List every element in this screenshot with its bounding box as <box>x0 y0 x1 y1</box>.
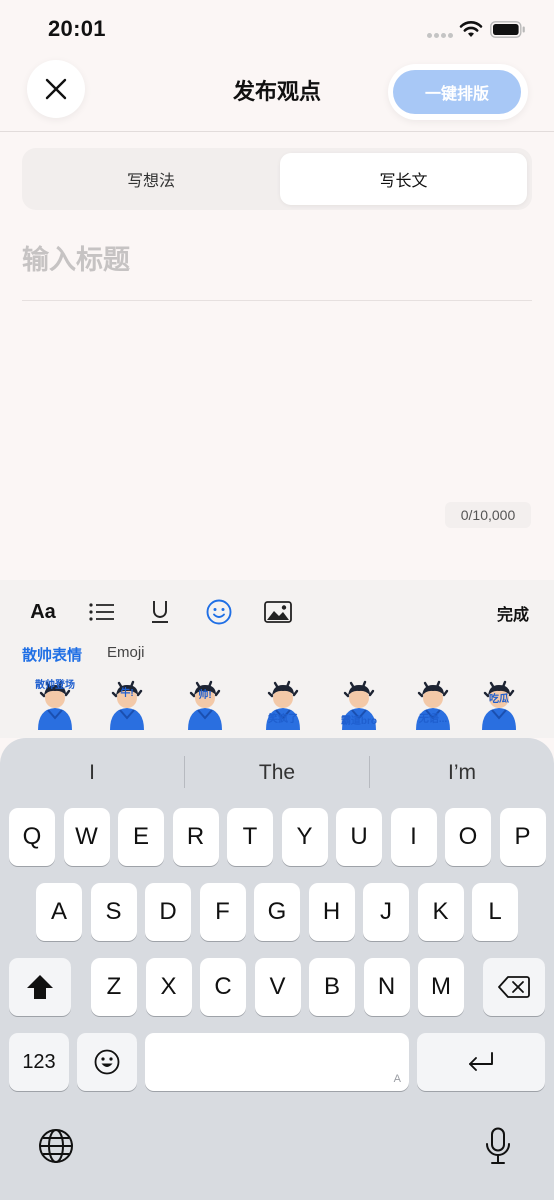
emoji-icon <box>206 599 232 625</box>
key-o[interactable]: O <box>445 808 491 866</box>
key-g[interactable]: G <box>254 883 300 941</box>
return-icon <box>469 1052 493 1071</box>
sticker-2[interactable]: 牛! <box>98 676 156 730</box>
key-r[interactable]: R <box>172 808 219 866</box>
sticker-5[interactable]: 霸道bro <box>330 676 388 730</box>
post-type-tabs: 写想法 写长文 <box>22 148 532 210</box>
suggestion-3[interactable]: I’m <box>370 758 554 788</box>
screen: 20:01 发布观点 一键排版 写想法 写长文 0 <box>0 0 554 1200</box>
emoji-button[interactable] <box>205 596 233 628</box>
sticker-caption: 无语... <box>418 714 448 725</box>
status-bar: 20:01 <box>0 0 554 60</box>
one-click-format-button[interactable]: 一键排版 <box>393 70 521 114</box>
key-j[interactable]: J <box>363 883 409 941</box>
wifi-icon <box>459 21 483 37</box>
shift-icon <box>27 975 53 999</box>
key-d[interactable]: D <box>145 883 191 941</box>
microphone-icon <box>486 1127 510 1164</box>
emoji-keyboard-key[interactable] <box>77 1033 137 1091</box>
tab-write-thought[interactable]: 写想法 <box>27 153 275 205</box>
editor-toolbar: Aa 完成 散帅表情 Emoji 散帅登场 牛! 帅! 笑疯了 霸道bro 无语… <box>0 580 554 738</box>
sticker-tab-emoji[interactable]: Emoji <box>107 644 145 661</box>
key-c[interactable]: C <box>200 958 246 1016</box>
list-button[interactable] <box>88 596 116 628</box>
sticker-tab-custom[interactable]: 散帅表情 <box>22 644 82 665</box>
sticker-3[interactable]: 帅! <box>176 676 234 730</box>
key-h[interactable]: H <box>308 883 355 941</box>
return-key[interactable] <box>417 1033 545 1091</box>
sticker-row: 散帅登场牛! 帅! 笑疯了 霸道bro 无语... 吃瓜 <box>0 676 554 732</box>
status-time: 20:01 <box>48 16 106 41</box>
key-u[interactable]: U <box>336 808 382 866</box>
tab-write-article[interactable]: 写长文 <box>280 153 527 205</box>
emoji-keyboard-icon <box>94 1049 120 1075</box>
key-l[interactable]: L <box>472 883 518 941</box>
sticker-caption: 帅! <box>198 690 212 701</box>
dictation-button[interactable] <box>478 1124 518 1168</box>
signal-dots-icon <box>427 33 453 39</box>
sticker-6[interactable]: 无语... <box>404 676 462 730</box>
font-format-button[interactable]: Aa <box>28 596 58 628</box>
key-z[interactable]: Z <box>91 958 137 1016</box>
list-icon <box>89 603 114 621</box>
key-t[interactable]: T <box>227 808 273 866</box>
done-button[interactable]: 完成 <box>497 601 529 625</box>
key-x[interactable]: X <box>145 958 192 1016</box>
space-key-hint: A <box>393 1073 401 1085</box>
title-input[interactable] <box>22 236 532 284</box>
header: 发布观点 一键排版 <box>0 60 554 132</box>
key-m[interactable]: M <box>418 958 464 1016</box>
key-i[interactable]: I <box>390 808 437 866</box>
image-button[interactable] <box>263 596 293 628</box>
keyboard: I The I’m 123 A Q W E R T Y U I O P A S … <box>0 738 554 1200</box>
sticker-7[interactable]: 吃瓜 <box>470 676 528 730</box>
globe-button[interactable] <box>36 1126 76 1166</box>
key-k[interactable]: K <box>417 883 464 941</box>
sticker-caption: 牛! <box>120 688 134 699</box>
image-icon <box>264 601 292 623</box>
suggestion-2[interactable]: The <box>185 758 369 788</box>
title-divider <box>22 300 532 301</box>
sticker-caption: 吃瓜 <box>489 694 509 705</box>
key-y[interactable]: Y <box>281 808 328 866</box>
key-q[interactable]: Q <box>9 808 55 866</box>
shift-key[interactable] <box>9 958 71 1016</box>
delete-icon <box>498 976 530 998</box>
sticker-caption: 笑疯了 <box>268 714 298 725</box>
key-w[interactable]: W <box>63 808 110 866</box>
suggestion-1[interactable]: I <box>0 758 184 788</box>
numbers-key[interactable]: 123 <box>9 1033 69 1091</box>
delete-key[interactable] <box>483 958 545 1016</box>
sticker-caption: 散帅登场 <box>35 680 75 691</box>
key-n[interactable]: N <box>363 958 410 1016</box>
battery-icon <box>490 21 525 38</box>
key-e[interactable]: E <box>118 808 164 866</box>
sticker-4[interactable]: 笑疯了 <box>254 676 312 730</box>
key-a[interactable]: A <box>36 883 82 941</box>
word-count: 0/10,000 <box>445 502 531 528</box>
sticker-character-icon <box>188 680 222 730</box>
underline-button[interactable] <box>148 596 172 628</box>
globe-icon <box>39 1129 73 1163</box>
format-button-container: 一键排版 <box>388 64 528 120</box>
key-f[interactable]: F <box>199 883 246 941</box>
sticker-1[interactable]: 散帅登场 <box>26 676 84 730</box>
key-v[interactable]: V <box>254 958 301 1016</box>
sticker-caption: 霸道bro <box>340 716 378 727</box>
key-b[interactable]: B <box>309 958 355 1016</box>
key-s[interactable]: S <box>90 883 137 941</box>
key-p[interactable]: P <box>499 808 546 866</box>
underline-icon <box>152 601 168 623</box>
space-key[interactable]: A <box>145 1033 409 1091</box>
